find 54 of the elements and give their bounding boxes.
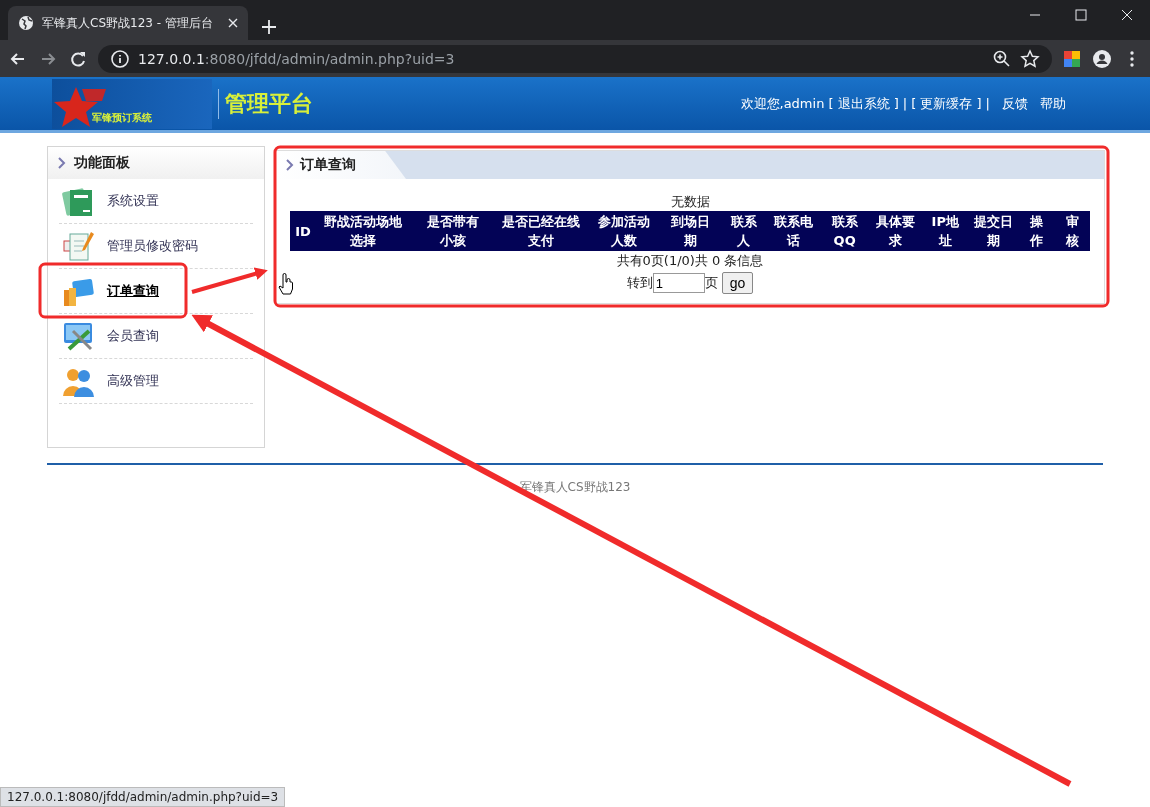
status-url: 127.0.0.1:8080/jfdd/admin/admin.php?uid=3 xyxy=(0,787,286,807)
header-link[interactable]: [ 退出系统 ] xyxy=(828,94,899,113)
column-header: 联系人 xyxy=(730,213,757,250)
column-header: 参加活动人数 xyxy=(597,213,650,250)
page-input[interactable]: 1 xyxy=(652,273,705,293)
sidebar-item[interactable]: 系统设置 xyxy=(59,179,253,224)
column-header: 野战活动场地选择 xyxy=(323,213,402,250)
empty-message: 无数据 xyxy=(670,193,710,211)
pager-summary: 共有0页(1/0)共 0 条信息 xyxy=(616,252,764,270)
panel-title: 订单查询 xyxy=(300,156,356,174)
sidebar-item[interactable]: 管理员修改密码 xyxy=(59,224,253,269)
sidebar-item[interactable]: 高级管理 xyxy=(59,359,253,404)
chevron-icon xyxy=(286,159,294,171)
hand-cursor-icon xyxy=(278,273,294,295)
close-icon[interactable] xyxy=(228,18,238,28)
browser-tab[interactable]: 军锋真人CS野战123 - 管理后台 xyxy=(8,6,248,40)
new-tab-icon[interactable] xyxy=(262,20,276,34)
tab-title: 军锋真人CS野战123 - 管理后台 xyxy=(42,14,214,32)
goto-label: 转到 xyxy=(626,274,653,292)
platform-title: 管理平台 xyxy=(218,88,313,119)
profile-icon[interactable] xyxy=(1092,48,1112,69)
sidebar-title: 功能面板 xyxy=(74,154,130,172)
page-unit: 页 xyxy=(704,274,718,292)
column-header: 审核 xyxy=(1066,213,1080,250)
sidebar-item[interactable]: 订单查询 xyxy=(59,269,253,314)
form-pencil-icon xyxy=(61,229,95,263)
header-link[interactable]: 帮助 xyxy=(1040,94,1066,113)
info-icon[interactable] xyxy=(110,48,130,69)
zoom-icon[interactable] xyxy=(992,48,1012,69)
column-header: 是否带有小孩 xyxy=(427,213,480,250)
globe-icon xyxy=(18,15,34,31)
logo-text: 军锋预订系统 xyxy=(92,110,152,125)
column-header: ID xyxy=(295,222,311,241)
column-header: 联系电话 xyxy=(773,213,813,250)
header-link[interactable]: [ 更新缓存 ] xyxy=(911,94,982,113)
footer-text: 军锋真人CS野战123 xyxy=(519,480,631,494)
address-bar[interactable]: 127.0.0.1:8080/jfdd/admin/admin.php?uid=3 xyxy=(98,44,1052,73)
column-header: 操作 xyxy=(1029,213,1043,250)
extension-icon[interactable] xyxy=(1062,48,1082,69)
column-header: 具体要求 xyxy=(876,213,916,250)
column-header: 是否已经在线支付 xyxy=(502,213,581,250)
header-link[interactable]: 反馈 xyxy=(1002,94,1028,113)
column-header: 到场日期 xyxy=(671,213,711,250)
go-button[interactable]: go xyxy=(721,272,754,294)
welcome-text: 欢迎您,admin xyxy=(740,94,825,113)
chevron-icon xyxy=(58,157,66,169)
separator: | xyxy=(985,96,990,111)
column-header: 提交日期 xyxy=(973,213,1013,250)
sidebar-item[interactable]: 会员查询 xyxy=(59,314,253,359)
star-icon[interactable] xyxy=(1020,48,1040,69)
column-header: IP地址 xyxy=(930,213,960,250)
column-header: 联系QQ xyxy=(831,213,858,250)
separator: | xyxy=(902,96,908,111)
url-text: 127.0.0.1:8080/jfdd/admin/admin.php?uid=3 xyxy=(138,50,456,67)
